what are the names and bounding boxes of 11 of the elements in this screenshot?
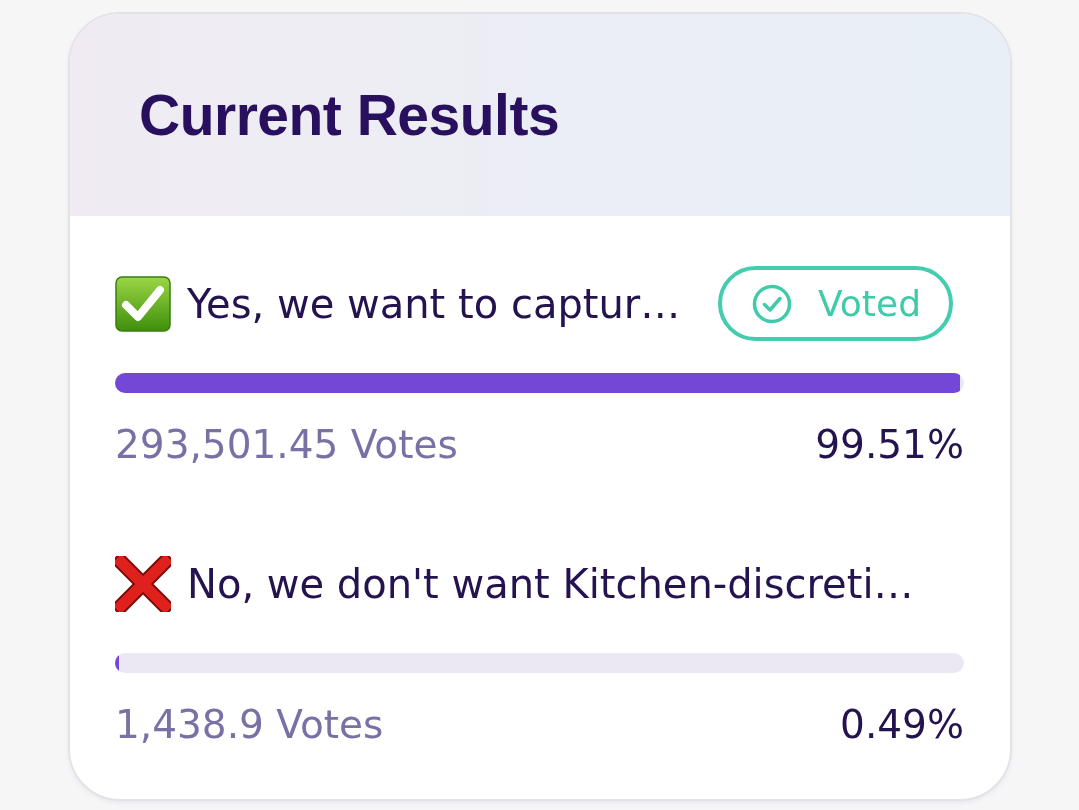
vote-count: 1,438.9 Votes [115,701,384,749]
option-label: Yes, we want to captur… [187,280,681,327]
vote-count: 293,501.45 Votes [115,421,458,469]
option-label: No, we don't want Kitchen-discreti… [187,560,914,607]
check-circle-icon [752,283,792,324]
card-title: Current Results [139,83,560,147]
cross-icon [115,555,171,612]
voted-label: Voted [818,283,921,324]
vote-percent: 99.51% [815,421,964,469]
vote-percent: 0.49% [840,701,964,749]
check-box-icon [115,275,171,332]
